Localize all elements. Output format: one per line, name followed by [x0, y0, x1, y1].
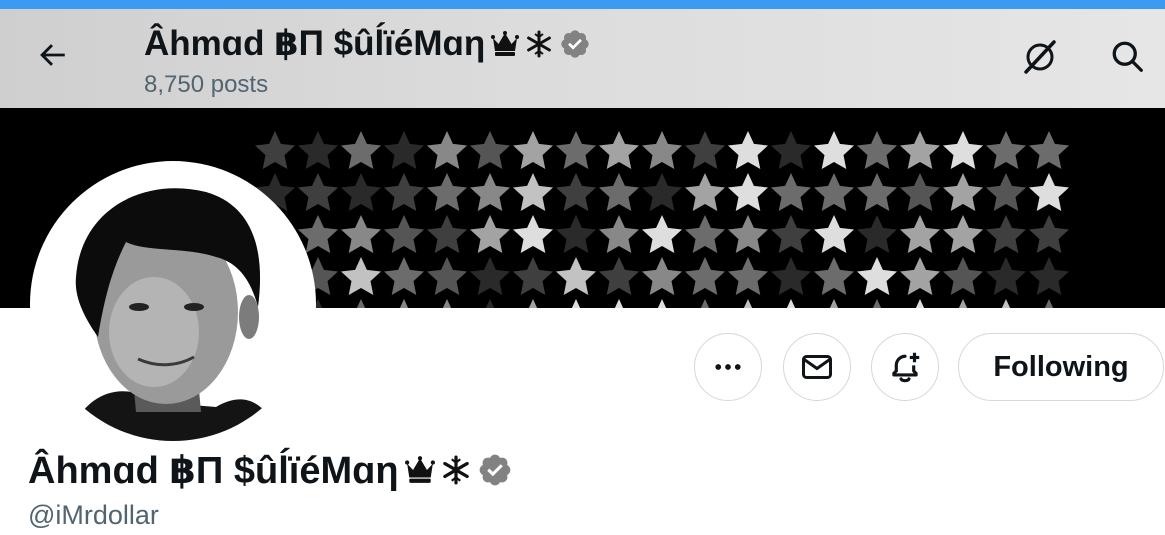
verified-badge-icon[interactable] [477, 452, 513, 488]
grok-icon [1024, 40, 1056, 74]
header-title: Âhmɑd ฿Π $ûĺïéMɑη [144, 19, 591, 69]
avatar[interactable] [36, 167, 310, 441]
crown-icon [404, 456, 435, 484]
bell-plus-icon [892, 352, 920, 383]
envelope-icon [802, 355, 832, 379]
header-display-name: Âhmɑd ฿Π $ûĺïéMɑη [144, 24, 486, 63]
avatar-ring [30, 161, 316, 447]
header-posts-count: 8,750 posts [144, 71, 268, 99]
top-accent-bar [0, 0, 1165, 9]
search-icon [1112, 41, 1143, 72]
message-button[interactable] [783, 333, 851, 401]
snowflake-icon [441, 455, 471, 485]
crown-icon [491, 31, 520, 57]
snowflake-icon [525, 30, 553, 58]
search-button[interactable] [1097, 26, 1157, 86]
following-button[interactable]: Following [958, 333, 1164, 401]
profile-page: Âhmɑd ฿Π $ûĺïéMɑη 8,750 posts Following … [0, 0, 1165, 535]
posts-label: posts [210, 71, 269, 98]
notify-button[interactable] [871, 333, 939, 401]
grok-button[interactable] [1010, 26, 1070, 86]
back-button[interactable] [22, 33, 82, 77]
profile-display-name: Âhmɑd ฿Π $ûĺïéMɑη [28, 444, 513, 496]
back-arrow-icon [40, 44, 65, 66]
more-horizontal-icon [715, 364, 741, 370]
verified-badge-icon [559, 28, 591, 60]
following-label: Following [993, 350, 1129, 383]
more-button[interactable] [694, 333, 762, 401]
posts-count: 8,750 [144, 71, 205, 98]
profile-header: Âhmɑd ฿Π $ûĺïéMɑη 8,750 posts [0, 9, 1165, 108]
profile-handle: @iMrdollar [28, 500, 159, 530]
profile-name-text: Âhmɑd ฿Π $ûĺïéMɑη [28, 449, 399, 492]
